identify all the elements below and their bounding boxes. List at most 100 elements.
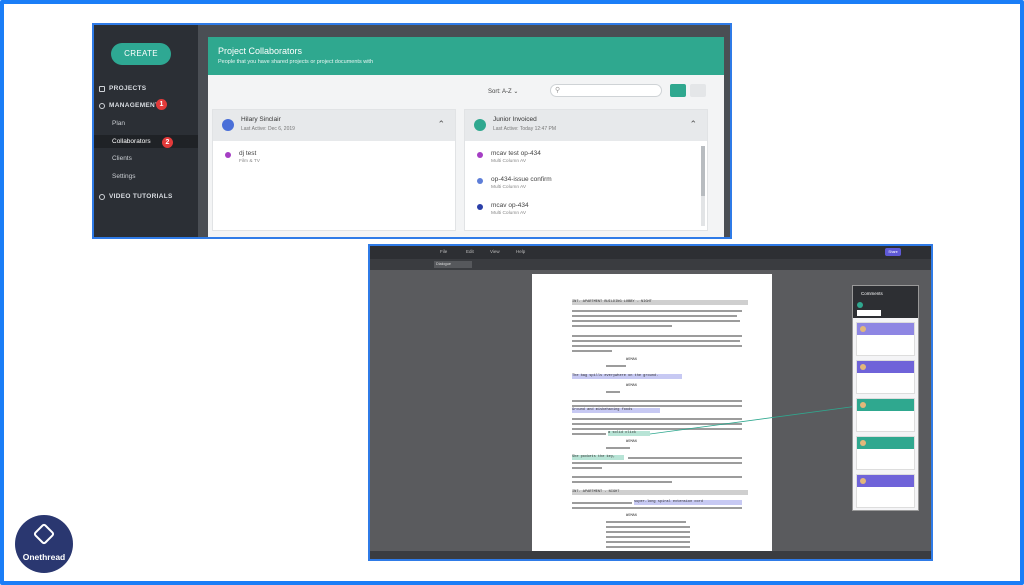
dialogue-line <box>606 391 620 394</box>
nav-management[interactable]: MANAGEMENT <box>99 102 159 109</box>
action-line <box>572 320 740 323</box>
sort-label: Sort: <box>488 89 501 95</box>
action-line <box>572 423 742 426</box>
comment-highlight[interactable]: a solid click <box>608 431 650 436</box>
menu-edit[interactable]: Edit <box>466 249 474 254</box>
collaborator-card: Hilary Sinclair Last Active: Dec 6, 2019… <box>212 109 456 231</box>
scrollbar-thumb[interactable] <box>701 146 705 196</box>
nav-video-tutorials[interactable]: VIDEO TUTORIALS <box>99 193 173 200</box>
nav-sub-clients[interactable]: Clients <box>112 155 132 162</box>
chevron-up-icon[interactable]: ⌃ <box>437 119 445 130</box>
status-bar <box>370 551 931 559</box>
comments-controls <box>853 300 918 318</box>
avatar <box>860 326 866 332</box>
grid-view-button[interactable] <box>670 84 686 97</box>
project-name: op-434-issue confirm <box>491 176 552 183</box>
action-line <box>572 428 742 431</box>
menu-help[interactable]: Help <box>516 249 525 254</box>
comment-filter[interactable] <box>857 310 881 316</box>
scene-heading: INT. APARTMENT BUILDING LOBBY - NIGHT <box>572 300 748 305</box>
comment-card[interactable] <box>856 398 915 432</box>
comment-highlight[interactable]: She pockets the key, <box>572 455 624 460</box>
list-view-button[interactable] <box>690 84 706 97</box>
project-dot <box>225 152 231 158</box>
comment-card[interactable] <box>856 474 915 508</box>
nav-sub-collaborators[interactable]: Collaborators <box>94 135 198 148</box>
action-line <box>572 310 742 313</box>
action-line <box>572 476 742 479</box>
chevron-down-icon: ⌄ <box>513 89 519 95</box>
editor-titlebar: File Edit View Help Share <box>370 246 931 259</box>
sort-value: A-Z <box>502 89 512 95</box>
comment-highlight[interactable]: The bag spills everywhere on the ground. <box>572 374 682 379</box>
people-icon <box>99 102 105 109</box>
character-cue: WOMAN <box>626 514 637 518</box>
dialogue-line <box>606 541 690 544</box>
page-subtitle: People that you have shared projects or … <box>218 59 374 65</box>
comment-card[interactable] <box>856 322 915 356</box>
action-line <box>572 335 742 338</box>
add-comment-icon[interactable] <box>857 302 863 308</box>
sort-control[interactable]: Sort: A-Z ⌄ <box>488 88 518 95</box>
toolbar: Sort: A-Z ⌄ ⚲ <box>208 84 724 100</box>
share-button[interactable]: Share <box>885 248 901 256</box>
page-header: Project Collaborators People that you ha… <box>208 37 724 75</box>
scrollbar[interactable] <box>701 146 705 226</box>
action-line <box>572 433 606 436</box>
step-badge-2: 2 <box>162 137 173 148</box>
dialogue-line <box>606 365 626 368</box>
action-line <box>572 325 672 328</box>
collaborator-name: Hilary Sinclair <box>241 116 281 123</box>
card-header[interactable]: Hilary Sinclair Last Active: Dec 6, 2019… <box>213 110 455 141</box>
avatar <box>860 364 866 370</box>
chevron-up-icon[interactable]: ⌃ <box>689 119 697 130</box>
comment-highlight[interactable]: Ground and misbehaving foods <box>572 408 660 413</box>
search-input[interactable]: ⚲ <box>550 84 662 97</box>
action-line <box>628 457 742 460</box>
sidebar: CREATE PROJECTS MANAGEMENT 1 Plan Collab… <box>94 25 198 237</box>
action-line <box>572 462 742 465</box>
collaborators-panel: Project Collaborators People that you ha… <box>208 37 724 237</box>
collaborator-name: Junior Invoiced <box>493 116 537 123</box>
dialogue-line <box>606 521 686 524</box>
comment-card[interactable] <box>856 360 915 394</box>
project-type: Multi Column AV <box>491 211 527 216</box>
comment-highlight[interactable]: super-long spiral extension cord <box>634 500 742 505</box>
script-page: INT. APARTMENT BUILDING LOBBY - NIGHT WO… <box>532 274 772 552</box>
editor-screenshot: File Edit View Help Share Dialogue INT. … <box>368 244 933 561</box>
project-dot <box>477 152 483 158</box>
comment-card[interactable] <box>856 436 915 470</box>
info-icon <box>99 193 105 200</box>
character-cue: WOMAN <box>626 440 637 444</box>
format-select[interactable]: Dialogue <box>434 261 472 268</box>
comments-header: Comments <box>853 286 918 300</box>
menu-view[interactable]: View <box>490 249 500 254</box>
avatar <box>860 402 866 408</box>
project-type: Multi Column AV <box>491 159 527 164</box>
nav-management-label: MANAGEMENT <box>109 102 160 109</box>
nav-sub-plan[interactable]: Plan <box>112 120 125 127</box>
nav-sub-settings[interactable]: Settings <box>112 173 136 180</box>
action-line <box>572 350 612 353</box>
nav-video-tutorials-label: VIDEO TUTORIALS <box>109 193 173 200</box>
character-cue: WOMAN <box>626 384 637 388</box>
project-type: Film & TV <box>239 159 260 164</box>
last-active: Last Active: Dec 6, 2019 <box>241 126 295 132</box>
collaborator-card: Junior Invoiced Last Active: Today 12:47… <box>464 109 708 231</box>
card-header[interactable]: Junior Invoiced Last Active: Today 12:47… <box>465 110 707 141</box>
menu-file[interactable]: File <box>440 249 447 254</box>
collaborators-screenshot: CREATE PROJECTS MANAGEMENT 1 Plan Collab… <box>92 23 732 239</box>
character-cue: WOMAN <box>626 358 637 362</box>
action-line <box>572 502 632 505</box>
editor-toolbar: Dialogue <box>370 259 931 270</box>
action-line <box>572 400 742 403</box>
create-button[interactable]: CREATE <box>111 43 171 65</box>
avatar <box>860 478 866 484</box>
logo-text: Onethread <box>22 552 66 562</box>
nav-projects[interactable]: PROJECTS <box>99 85 146 92</box>
main-area: Project Collaborators People that you ha… <box>198 25 730 237</box>
action-line <box>572 507 742 510</box>
avatar <box>860 440 866 446</box>
dialogue-line <box>606 447 630 450</box>
nav-projects-label: PROJECTS <box>109 85 147 92</box>
